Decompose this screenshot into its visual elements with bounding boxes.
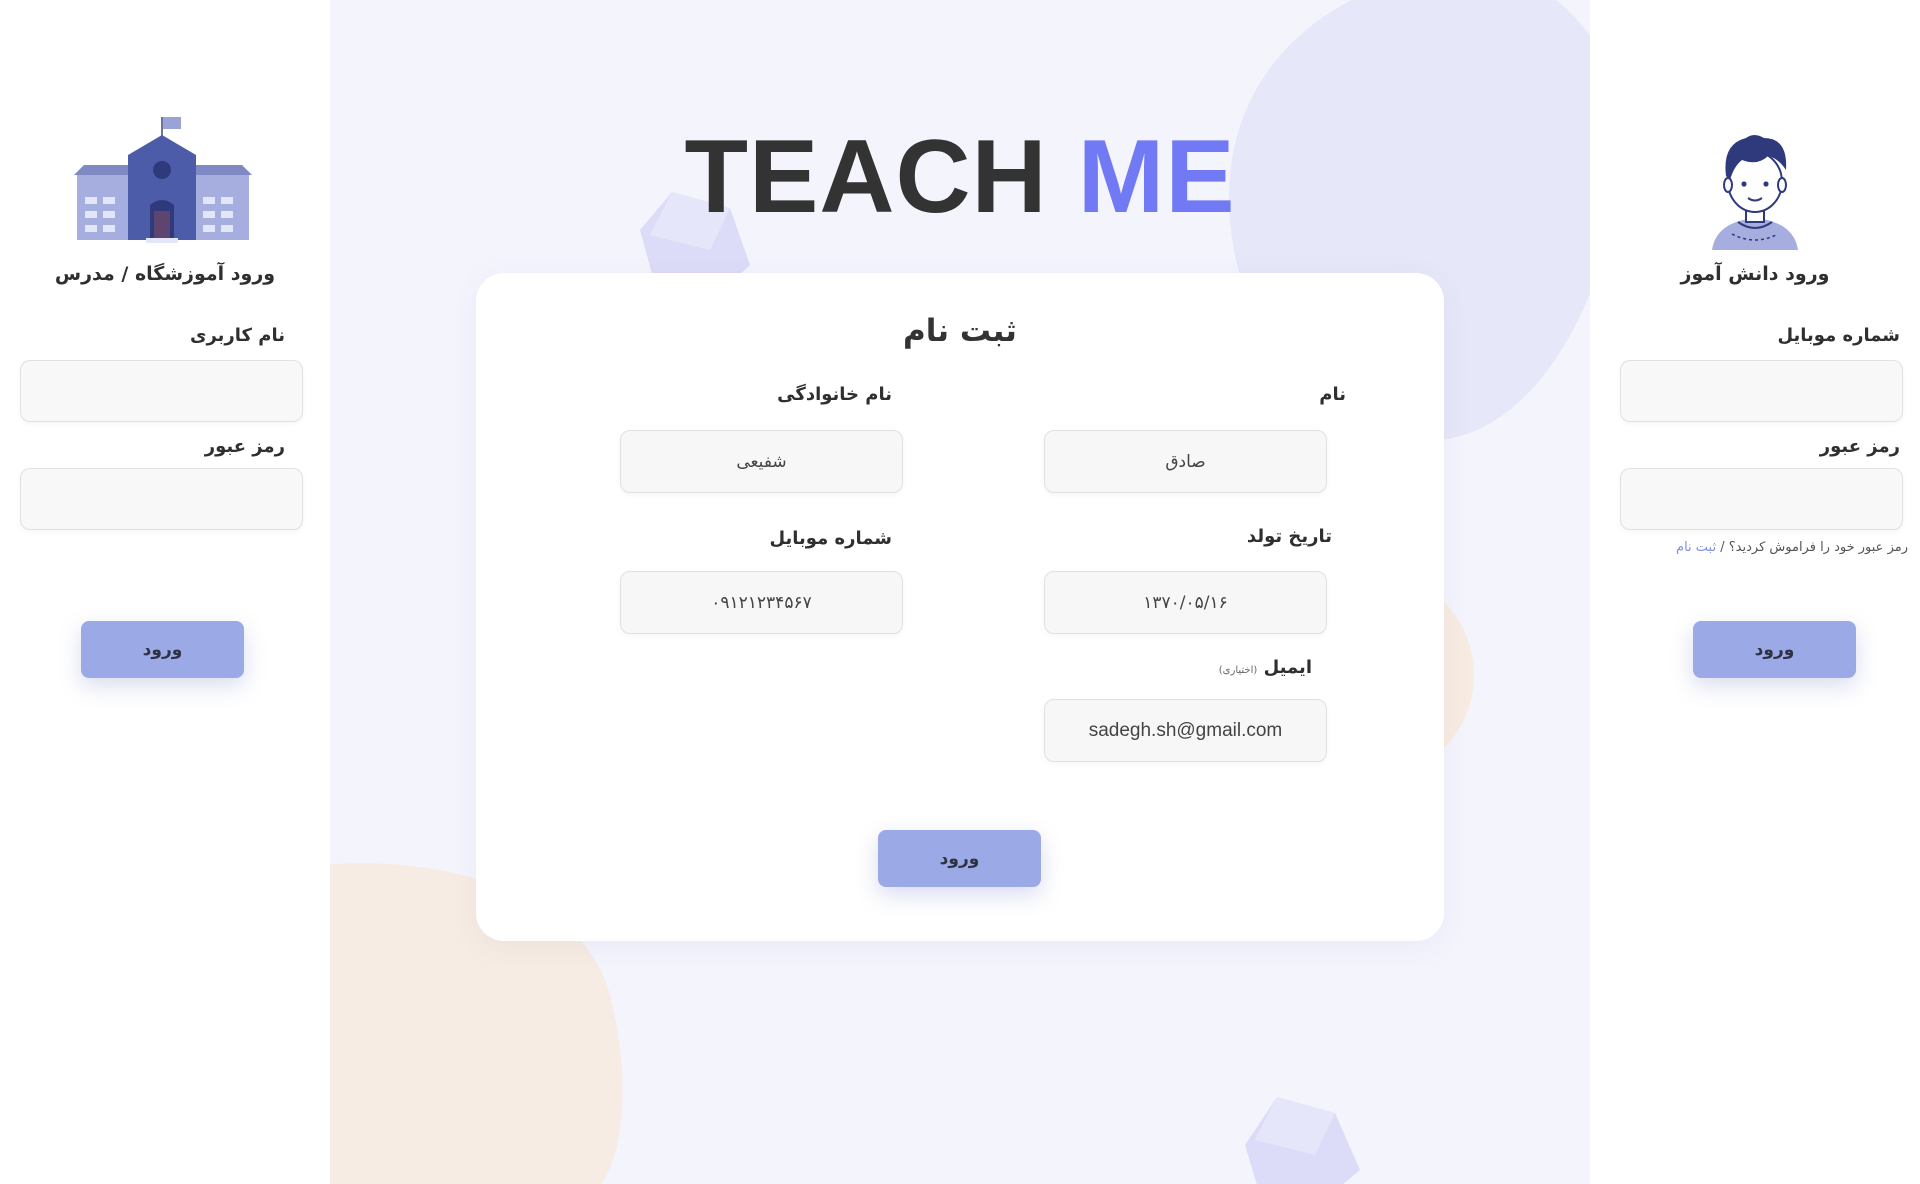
brand-word-teach: TEACH bbox=[684, 119, 1048, 235]
student-mobile-label: شماره موبایل bbox=[1777, 325, 1900, 346]
forgot-separator: / bbox=[1716, 540, 1729, 555]
signup-mobile-label: شماره موبایل bbox=[769, 528, 892, 549]
birth-date-label: تاریخ تولد bbox=[1246, 526, 1332, 547]
student-login-title: ورود دانش آموز bbox=[1680, 263, 1830, 285]
student-login-button[interactable]: ورود bbox=[1693, 621, 1856, 678]
signup-link[interactable]: ثبت نام bbox=[1676, 540, 1716, 555]
student-password-input[interactable] bbox=[1620, 468, 1903, 530]
student-password-label: رمز عبور bbox=[1819, 436, 1900, 457]
forgot-password-link[interactable]: رمز عبور خود را فراموش کردید؟ bbox=[1729, 540, 1908, 555]
email-label: ایمیل (اختیاری) bbox=[1219, 657, 1312, 678]
last-name-label: نام خانوادگی bbox=[777, 384, 892, 405]
signup-card: ثبت نام نام نام خانوادگی تاریخ تولد شمار… bbox=[476, 273, 1444, 941]
brand-word-me: ME bbox=[1077, 119, 1236, 235]
first-name-input[interactable] bbox=[1044, 430, 1327, 493]
email-input[interactable] bbox=[1044, 699, 1327, 762]
username-label: نام کاربری bbox=[189, 325, 285, 346]
email-optional-note: (اختیاری) bbox=[1218, 665, 1258, 676]
student-avatar-icon bbox=[1712, 135, 1798, 250]
teacher-password-input[interactable] bbox=[20, 468, 303, 530]
signup-mobile-input[interactable] bbox=[620, 571, 903, 634]
first-name-label: نام bbox=[1319, 384, 1346, 405]
student-login-panel: ورود دانش آموز شماره موبایل رمز عبور رمز… bbox=[1590, 0, 1920, 1184]
signup-title: ثبت نام bbox=[903, 313, 1017, 349]
signup-submit-button[interactable]: ورود bbox=[878, 830, 1041, 887]
brand-logo: TEACH ME bbox=[330, 118, 1590, 237]
teacher-login-title: ورود آموزشگاه / مدرس bbox=[54, 263, 276, 285]
teacher-login-button[interactable]: ورود bbox=[81, 621, 244, 678]
forgot-password-line: رمز عبور خود را فراموش کردید؟ / ثبت نام bbox=[1676, 540, 1908, 555]
birth-date-input[interactable] bbox=[1044, 571, 1327, 634]
school-building-icon bbox=[74, 117, 252, 243]
last-name-input[interactable] bbox=[620, 430, 903, 493]
signup-section: TEACH ME ثبت نام نام نام خانوادگی تاریخ … bbox=[330, 0, 1590, 1184]
decorative-cube-bottom bbox=[1245, 1097, 1360, 1184]
teacher-password-label: رمز عبور bbox=[204, 436, 285, 457]
teacher-login-panel: ورود آموزشگاه / مدرس نام کاربری رمز عبور… bbox=[0, 0, 330, 1184]
student-mobile-input[interactable] bbox=[1620, 360, 1903, 422]
email-label-text: ایمیل bbox=[1263, 657, 1312, 678]
username-input[interactable] bbox=[20, 360, 303, 422]
